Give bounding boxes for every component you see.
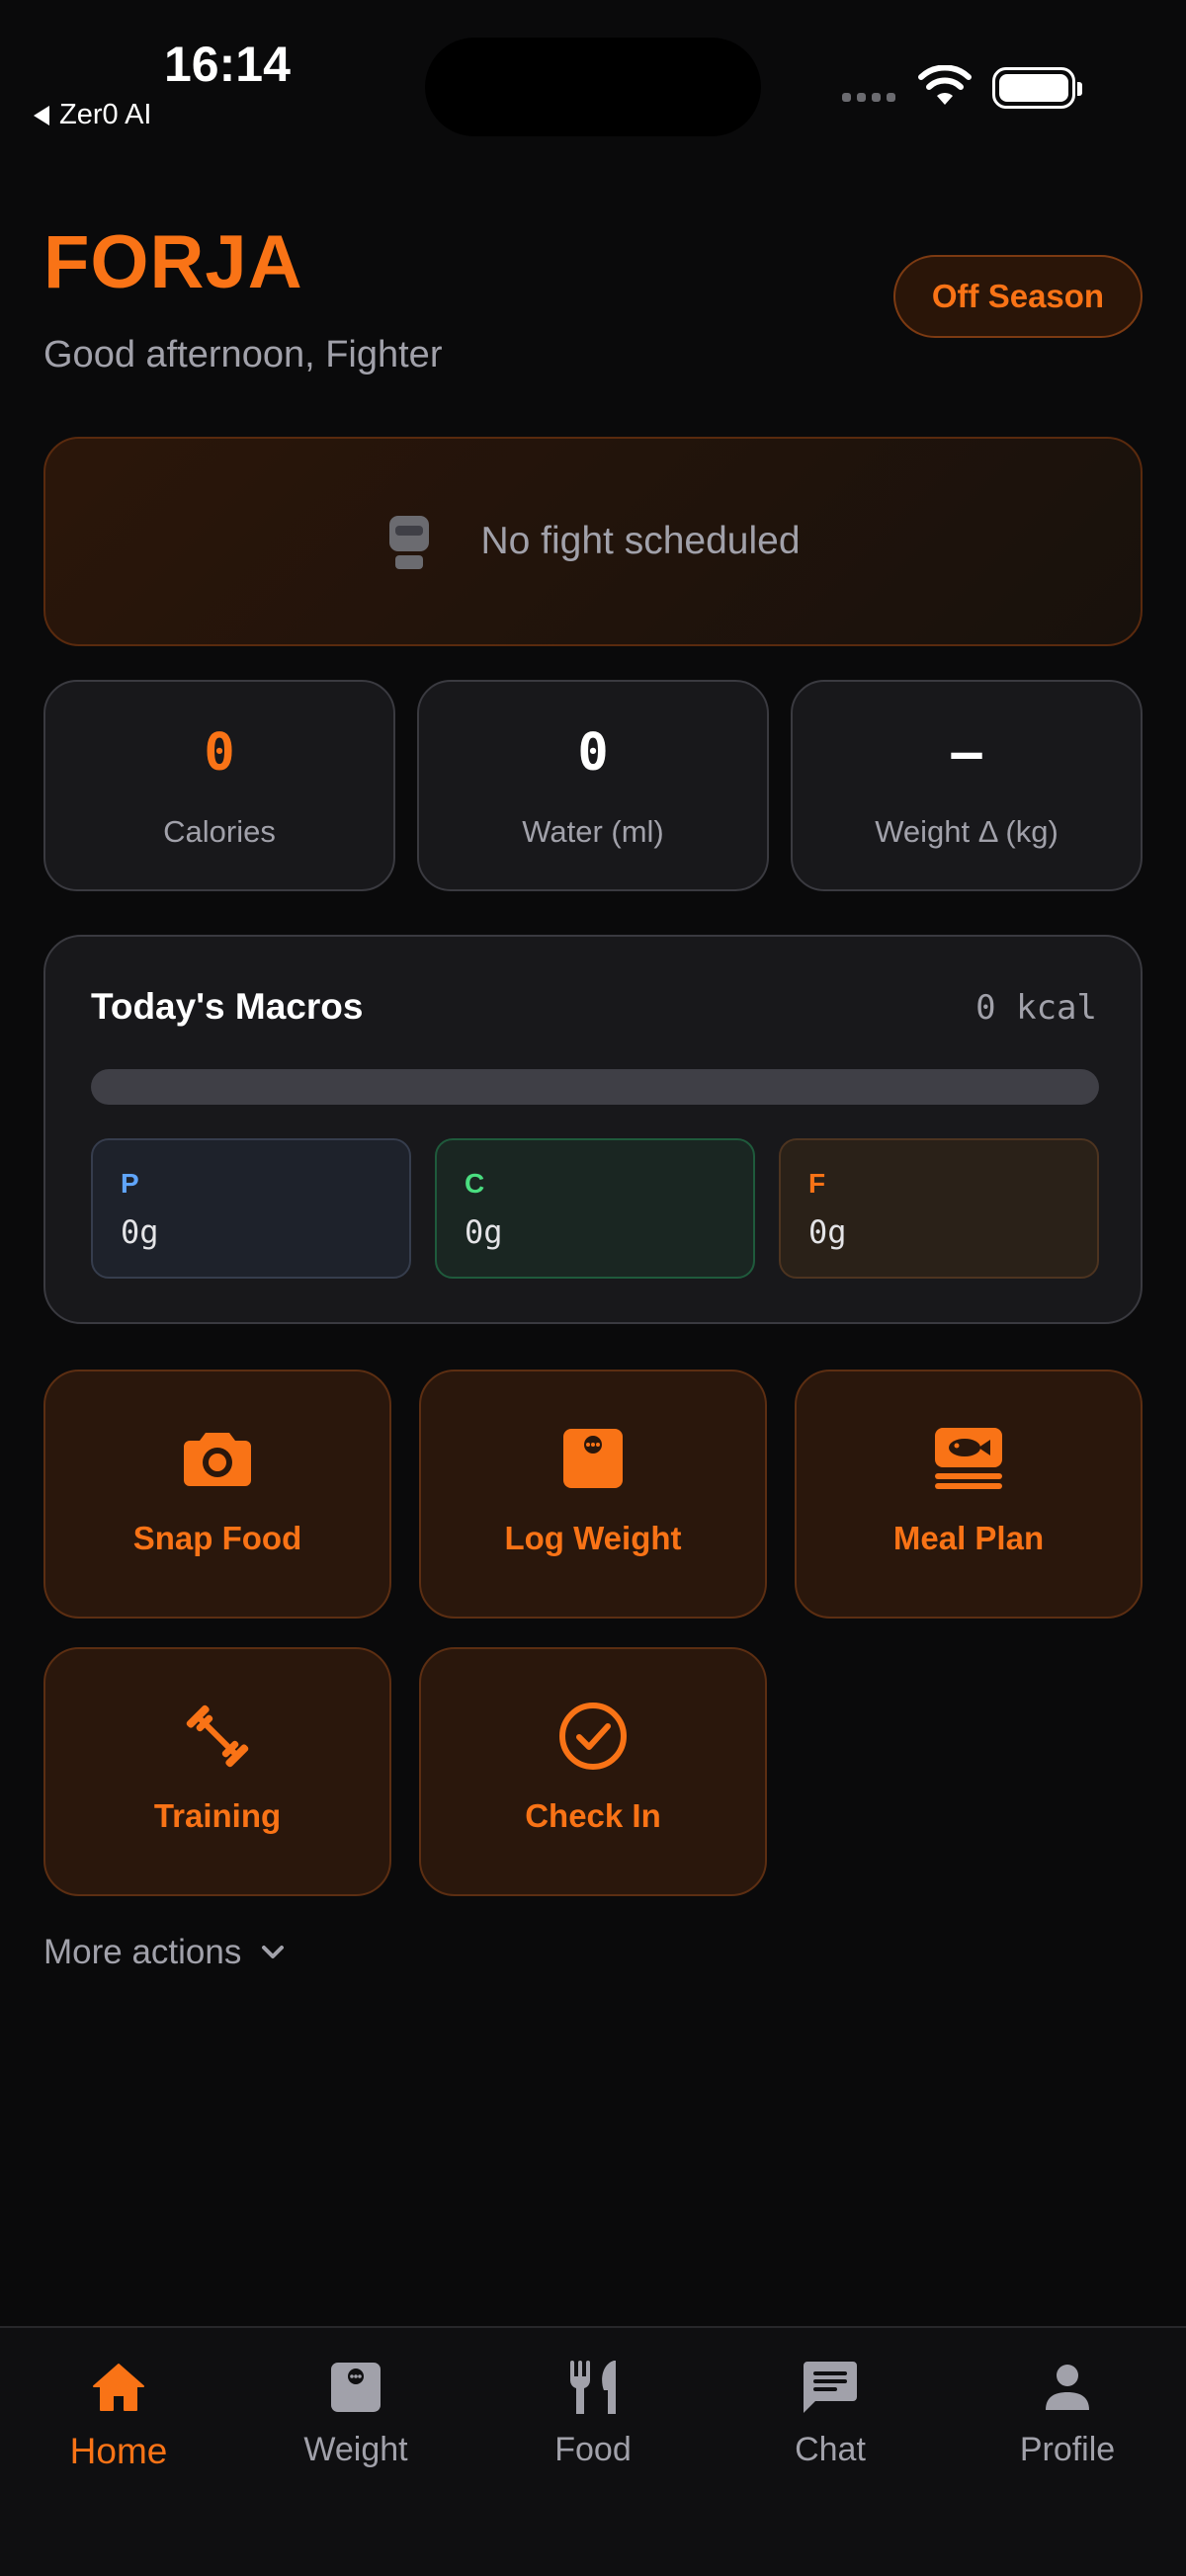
back-app-label: Zer0 AI: [59, 99, 152, 130]
weight-delta-stat-card[interactable]: – Weight Δ (kg): [791, 680, 1143, 891]
fight-status-text: No fight scheduled: [480, 520, 801, 562]
water-label: Water (ml): [522, 814, 664, 849]
fight-status-card[interactable]: No fight scheduled: [43, 437, 1143, 646]
season-badge[interactable]: Off Season: [893, 255, 1143, 338]
home-screen: 16:14 Zer0 AI FORJA Good afternoon, Figh…: [0, 0, 1186, 2576]
macros-kcal: 0 kcal: [975, 988, 1097, 1028]
nav-home-label: Home: [69, 2431, 168, 2471]
nav-weight[interactable]: Weight: [237, 2328, 474, 2506]
back-to-app-link[interactable]: Zer0 AI: [34, 99, 152, 131]
nav-profile-label: Profile: [1019, 2431, 1116, 2468]
protein-box: P 0g: [91, 1138, 411, 1279]
nav-home[interactable]: Home: [0, 2328, 237, 2506]
calories-stat-card[interactable]: 0 Calories: [43, 680, 395, 891]
macros-card[interactable]: Today's Macros 0 kcal P 0g C 0g F 0g: [43, 935, 1143, 1324]
fork-knife-icon: [569, 2361, 616, 2414]
fish-meal-icon: [935, 1428, 1002, 1489]
carbs-letter: C: [465, 1168, 485, 1199]
scale-icon: [563, 1429, 623, 1488]
snap-food-label: Snap Food: [132, 1520, 302, 1556]
log-weight-button[interactable]: Log Weight: [419, 1370, 767, 1619]
fat-box: F 0g: [779, 1138, 1099, 1279]
home-icon: [93, 2364, 144, 2411]
calories-value: 0: [204, 723, 235, 783]
meal-plan-button[interactable]: Meal Plan: [795, 1370, 1143, 1619]
weight-delta-label: Weight Δ (kg): [875, 814, 1059, 849]
weight-delta-value: –: [951, 723, 982, 783]
water-value: 0: [577, 723, 609, 783]
carbs-box: C 0g: [435, 1138, 755, 1279]
wifi-icon: [918, 65, 972, 105]
more-actions-toggle[interactable]: More actions: [43, 1933, 287, 1972]
training-label: Training: [153, 1797, 282, 1834]
log-weight-label: Log Weight: [504, 1520, 682, 1556]
dynamic-island: [425, 38, 761, 136]
fat-letter: F: [808, 1168, 826, 1199]
check-in-label: Check In: [525, 1797, 661, 1834]
person-icon: [1046, 2365, 1089, 2410]
greeting-text: Good afternoon, Fighter: [43, 334, 443, 375]
bottom-nav: Home Weight Food Chat Profile: [0, 2326, 1186, 2576]
training-button[interactable]: Training: [43, 1647, 391, 1896]
nav-food-label: Food: [554, 2431, 632, 2468]
status-time: 16:14: [164, 37, 291, 92]
back-triangle-icon: [34, 105, 49, 125]
check-in-button[interactable]: Check In: [419, 1647, 767, 1896]
calories-label: Calories: [163, 814, 276, 849]
protein-grams: 0g: [121, 1213, 159, 1251]
app-title: FORJA: [43, 220, 303, 304]
nav-chat[interactable]: Chat: [712, 2328, 949, 2506]
macros-progress-bar: [91, 1069, 1099, 1105]
macros-title: Today's Macros: [91, 986, 364, 1027]
more-actions-label: More actions: [43, 1933, 242, 1971]
boxing-glove-icon: [389, 516, 430, 569]
check-circle-icon: [559, 1703, 627, 1770]
carbs-grams: 0g: [465, 1213, 503, 1251]
meal-plan-label: Meal Plan: [892, 1520, 1045, 1556]
protein-letter: P: [121, 1168, 139, 1199]
barbell-icon: [186, 1704, 249, 1768]
nav-weight-label: Weight: [303, 2431, 408, 2468]
nav-food[interactable]: Food: [474, 2328, 712, 2506]
cellular-signal-icon: [842, 93, 895, 102]
fat-grams: 0g: [808, 1213, 847, 1251]
battery-icon: [992, 67, 1082, 109]
chat-icon: [804, 2362, 857, 2413]
camera-icon: [184, 1433, 251, 1486]
nav-profile[interactable]: Profile: [949, 2328, 1186, 2506]
chevron-down-icon: [262, 1946, 285, 1958]
snap-food-button[interactable]: Snap Food: [43, 1370, 391, 1619]
scale-icon: [331, 2363, 381, 2412]
nav-chat-label: Chat: [795, 2431, 866, 2468]
water-stat-card[interactable]: 0 Water (ml): [417, 680, 769, 891]
